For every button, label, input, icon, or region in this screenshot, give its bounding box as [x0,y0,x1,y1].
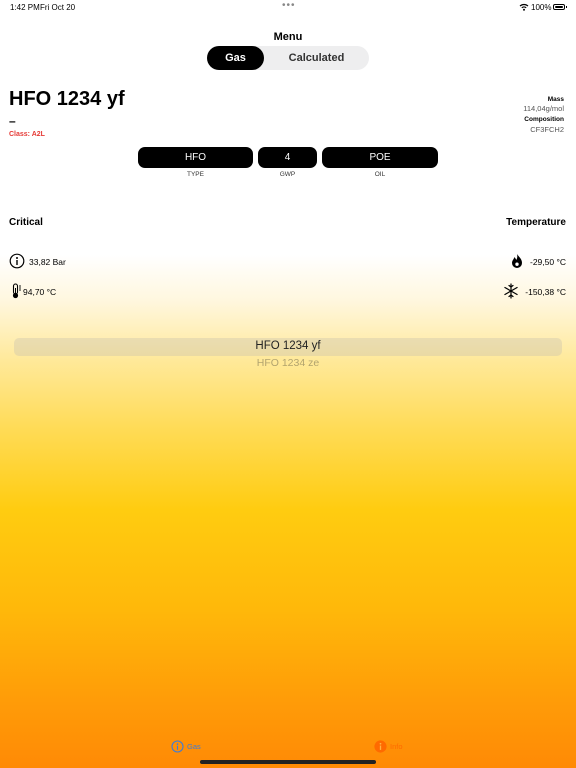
type-caption: TYPE [187,171,204,178]
battery-percent: 100% [531,3,552,12]
gas-subtitle: – [9,114,16,128]
tab-gas-label: Gas [187,742,201,751]
boiling-temperature: -29,50 °C [529,257,566,267]
gauge-icon [171,740,184,753]
battery-icon [553,4,567,10]
page-title: Menu [273,31,303,43]
segmented-control: Gas Calculated [207,46,369,70]
freezing-temperature: -150,38 °C [525,287,566,297]
mass-label: Mass [547,96,564,103]
oil-badge: POE [322,147,438,168]
gwp-caption: GWP [279,171,296,178]
type-badge: HFO [138,147,253,168]
temperature-header: Temperature [506,217,566,228]
oil-caption: OIL [374,171,386,178]
gas-name: HFO 1234 yf [9,88,125,110]
segment-gas[interactable]: Gas [207,46,264,70]
gwp-badge: 4 [258,147,317,168]
status-date: Fri Oct 20 [40,3,76,12]
gas-class: Class: A2L [9,131,45,138]
mass-value: 114,04g/mol [523,104,564,113]
flame-icon [512,254,522,268]
info-icon [374,740,387,753]
status-time: 1:42 PM [10,3,40,12]
critical-temperature: 94,70 °C [23,287,57,297]
picker-selected-item[interactable]: HFO 1234 yf [0,340,576,352]
critical-pressure: 33,82 Bar [29,257,66,267]
pressure-gauge-icon [9,253,25,269]
wifi-icon [519,3,529,11]
critical-header: Critical [9,217,43,228]
segment-calculated[interactable]: Calculated [264,46,369,70]
multitasking-dots-icon[interactable]: ••• [282,0,296,11]
snowflake-icon [504,283,518,299]
tab-info-label: Info [390,742,403,751]
tab-gas[interactable]: Gas [171,740,201,753]
composition-value: CF3FCH2 [530,125,564,134]
composition-label: Composition [524,116,564,123]
tab-info[interactable]: Info [374,740,403,753]
picker-next-item[interactable]: HFO 1234 ze [0,357,576,367]
home-indicator[interactable] [200,760,376,764]
